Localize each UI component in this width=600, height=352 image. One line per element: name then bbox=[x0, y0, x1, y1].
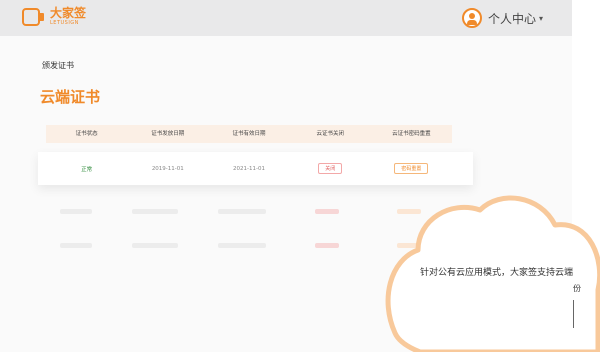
placeholder-row bbox=[132, 209, 178, 214]
column-header-status: 证书状态 bbox=[75, 131, 98, 137]
breadcrumb: 颁发证书 bbox=[42, 61, 74, 70]
placeholder-row bbox=[397, 209, 421, 214]
page-title: 云端证书 bbox=[40, 88, 101, 106]
column-header-reset: 云证书密码重置 bbox=[392, 131, 431, 137]
cert-status: 正常 bbox=[81, 166, 93, 173]
cert-expire-date: 2021-11-01 bbox=[233, 165, 265, 172]
placeholder-row bbox=[60, 209, 92, 214]
brand-name: 大家签 bbox=[50, 6, 87, 20]
content-card bbox=[0, 36, 572, 352]
cloud-callout-extra: 份 bbox=[573, 284, 581, 293]
reset-password-button[interactable]: 密码重置 bbox=[394, 163, 429, 174]
user-center-label: 个人中心 bbox=[488, 11, 537, 26]
table-header: 证书状态 证书发放日期 证书有效日期 云证书关闭 云证书密码重置 bbox=[46, 125, 452, 143]
placeholder-row bbox=[315, 243, 339, 248]
app-window: 大家签 LETUSIGN 个人中心 ▾ 颁发证书 云端证书 证书状态 证书发放日… bbox=[0, 0, 572, 352]
column-header-close: 云证书关闭 bbox=[316, 131, 344, 137]
cert-issue-date: 2019-11-01 bbox=[151, 165, 184, 172]
logo-icon bbox=[22, 7, 44, 26]
user-avatar-icon bbox=[462, 8, 482, 28]
table-row: 正常 2019-11-01 2021-11-01 关闭 密码重置 bbox=[38, 152, 473, 185]
column-header-expire-date: 证书有效日期 bbox=[232, 131, 266, 137]
placeholder-row bbox=[218, 243, 266, 248]
chevron-down-icon: ▾ bbox=[539, 13, 544, 23]
user-center-menu[interactable]: 个人中心 ▾ bbox=[462, 8, 543, 28]
placeholder-row bbox=[218, 209, 266, 214]
top-bar: 大家签 LETUSIGN 个人中心 ▾ bbox=[0, 0, 572, 36]
brand-logo[interactable]: 大家签 LETUSIGN bbox=[22, 7, 86, 26]
placeholder-row bbox=[397, 243, 421, 248]
placeholder-row bbox=[315, 209, 339, 214]
cloud-callout-text: 针对公有云应用模式，大家签支持云端 bbox=[420, 268, 574, 278]
text-cursor bbox=[573, 300, 574, 328]
column-header-issue-date: 证书发放日期 bbox=[151, 131, 185, 137]
brand-subtitle: LETUSIGN bbox=[50, 20, 79, 26]
placeholder-row bbox=[60, 243, 92, 248]
close-cert-button[interactable]: 关闭 bbox=[318, 163, 343, 174]
placeholder-row bbox=[132, 243, 178, 248]
